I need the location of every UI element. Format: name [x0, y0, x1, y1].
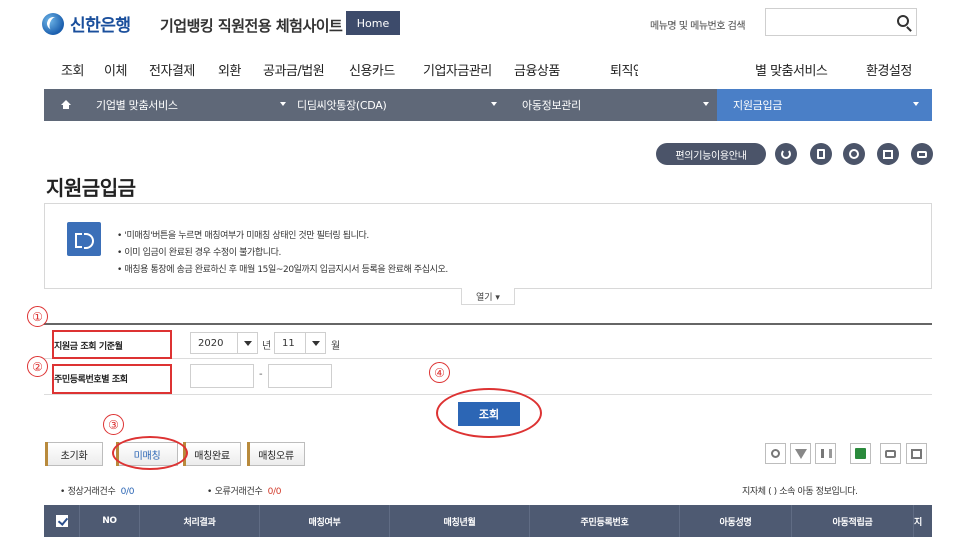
expand-toggle[interactable]: 열기 ▾	[461, 288, 515, 305]
column-header-rrn[interactable]: 주민등록번호	[530, 505, 680, 537]
menu-item-transfer[interactable]: 이체	[104, 60, 127, 79]
select-all-checkbox[interactable]	[56, 515, 68, 527]
add-favorite-button[interactable]	[843, 143, 865, 165]
month-unit: 월	[331, 341, 341, 352]
notice-box: • '미매칭'버튼을 누르면 매칭여부가 미매칭 상태인 것만 필터링 됩니다.…	[44, 203, 932, 289]
chevron-down-icon[interactable]	[280, 102, 286, 106]
refresh-button[interactable]	[775, 143, 797, 165]
new-window-button[interactable]	[877, 143, 899, 165]
annotation-box-rrn	[52, 364, 172, 394]
window-icon	[883, 149, 893, 159]
main-menu: 조회 이체 전자결제 외환 공과금/법원 신용카드 기업자금관리 금융상품 퇴직…	[0, 56, 970, 82]
excel-icon	[855, 448, 866, 459]
breadcrumb-item-current[interactable]: 지원금입금	[717, 89, 932, 121]
year-unit: 년	[262, 341, 272, 352]
breadcrumb: 기업별 맞춤서비스 디딤씨앗통장(CDA) 아동정보관리 지원금입금	[44, 89, 932, 121]
home-button[interactable]: Home	[346, 11, 400, 35]
shinhan-logo-icon	[42, 12, 64, 35]
column-header-result[interactable]: 처리결과	[140, 505, 260, 537]
breadcrumb-item-child-info[interactable]: 아동정보관리	[522, 89, 581, 121]
error-count: • 오류거래건수 0/0	[207, 487, 282, 497]
column-header-clipped[interactable]: 지	[914, 505, 932, 537]
region-note: 지자체 ( ) 소속 아동 정보입니다.	[742, 487, 858, 497]
year-select[interactable]: 2020	[190, 332, 258, 354]
notice-line: • 이미 입금이 완료된 경우 수정이 불가합니다.	[117, 248, 281, 258]
chevron-down-icon[interactable]	[491, 102, 497, 106]
menu-search-label: 메뉴명 및 메뉴번호 검색	[650, 21, 746, 32]
notice-line: • '미매칭'버튼을 누르면 매칭여부가 미매칭 상태인 것만 필터링 됩니다.	[117, 231, 369, 241]
menu-item-retirement[interactable]: 퇴직연금	[610, 56, 638, 82]
menu-item-credit-card[interactable]: 신용카드	[349, 60, 395, 79]
document-button[interactable]	[810, 143, 832, 165]
sort-icon	[821, 449, 832, 458]
chevron-down-icon[interactable]	[913, 102, 919, 106]
rrn-separator: -	[259, 369, 263, 380]
add-icon	[849, 149, 859, 159]
search-icon[interactable]	[897, 15, 909, 27]
sort-button[interactable]	[815, 443, 836, 464]
menu-item-fund-management[interactable]: 기업자금관리	[423, 60, 492, 79]
select-all-cell[interactable]	[44, 505, 80, 537]
month-select[interactable]: 11	[274, 332, 326, 354]
divider	[44, 323, 932, 325]
column-header-no[interactable]: NO	[80, 505, 140, 537]
annotation-1: ①	[27, 306, 48, 327]
menu-item-settings[interactable]: 환경설정	[866, 60, 912, 79]
breadcrumb-item-custom-service[interactable]: 기업별 맞춤서비스	[96, 89, 178, 121]
menu-search-input[interactable]	[766, 9, 886, 35]
home-icon[interactable]	[61, 100, 71, 109]
column-header-match-status[interactable]: 매칭여부	[260, 505, 390, 537]
menu-item-public-dues[interactable]: 공과금/법원	[263, 60, 325, 79]
chevron-down-icon	[305, 333, 325, 353]
divider	[44, 358, 932, 359]
filter-button[interactable]	[790, 443, 811, 464]
chevron-down-icon[interactable]	[703, 102, 709, 106]
annotation-oval-search	[436, 388, 542, 438]
annotation-4: ④	[429, 362, 450, 383]
printer-icon	[885, 450, 896, 458]
column-header-child-name[interactable]: 아동성명	[680, 505, 792, 537]
annotation-2: ②	[27, 356, 48, 377]
speaker-icon	[67, 222, 101, 256]
chevron-down-icon	[237, 333, 257, 353]
normal-count-value: 0/0	[120, 487, 135, 497]
refresh-icon	[781, 149, 791, 159]
filter-icon	[795, 449, 807, 459]
excel-button[interactable]	[850, 443, 871, 464]
document-icon	[817, 149, 825, 159]
logo-text: 신한은행	[70, 16, 131, 36]
table-header: NO 처리결과 매칭여부 매칭년월 주민등록번호 아동성명 아동적립금 지	[44, 505, 932, 537]
notice-line: • 매칭용 통장에 송금 완료하신 후 매월 15일~20일까지 입금지시서 등…	[117, 265, 448, 275]
menu-item-custom-service[interactable]: 별 맞춤서비스	[755, 60, 828, 79]
column-settings-button[interactable]	[906, 443, 927, 464]
menu-search-box[interactable]	[765, 8, 917, 36]
print-button[interactable]	[911, 143, 933, 165]
table-print-button[interactable]	[880, 443, 901, 464]
annotation-box-base-month	[52, 330, 172, 359]
error-count-value: 0/0	[267, 487, 282, 497]
column-header-child-savings[interactable]: 아동적립금	[792, 505, 914, 537]
breadcrumb-item-cda[interactable]: 디딤씨앗통장(CDA)	[297, 89, 387, 121]
normal-count: • 정상거래건수 0/0	[60, 487, 135, 497]
menu-item-financial-products[interactable]: 금융상품	[514, 60, 560, 79]
search-tool-button[interactable]	[765, 443, 786, 464]
menu-item-e-payment[interactable]: 전자결제	[149, 60, 195, 79]
matched-button[interactable]: 매칭완료	[183, 442, 241, 466]
annotation-3: ③	[103, 414, 124, 435]
page-title: 지원금입금	[46, 176, 136, 200]
magnifier-icon	[771, 449, 780, 458]
match-error-button[interactable]: 매칭오류	[247, 442, 305, 466]
reset-button[interactable]: 초기화	[45, 442, 103, 466]
rrn-front-input[interactable]	[190, 364, 254, 388]
menu-item-inquiry[interactable]: 조회	[61, 60, 84, 79]
rrn-back-input[interactable]	[268, 364, 332, 388]
shinhan-logo[interactable]: 신한은행	[42, 11, 131, 36]
columns-icon	[911, 449, 922, 459]
convenience-guide-button[interactable]: 편의기능이용안내	[656, 143, 766, 165]
print-icon	[917, 150, 927, 158]
column-header-match-month[interactable]: 매칭년월	[390, 505, 530, 537]
annotation-oval-unmatched	[112, 436, 188, 470]
site-title: 기업뱅킹 직원전용 체험사이트	[160, 17, 343, 35]
menu-item-forex[interactable]: 외환	[218, 60, 241, 79]
